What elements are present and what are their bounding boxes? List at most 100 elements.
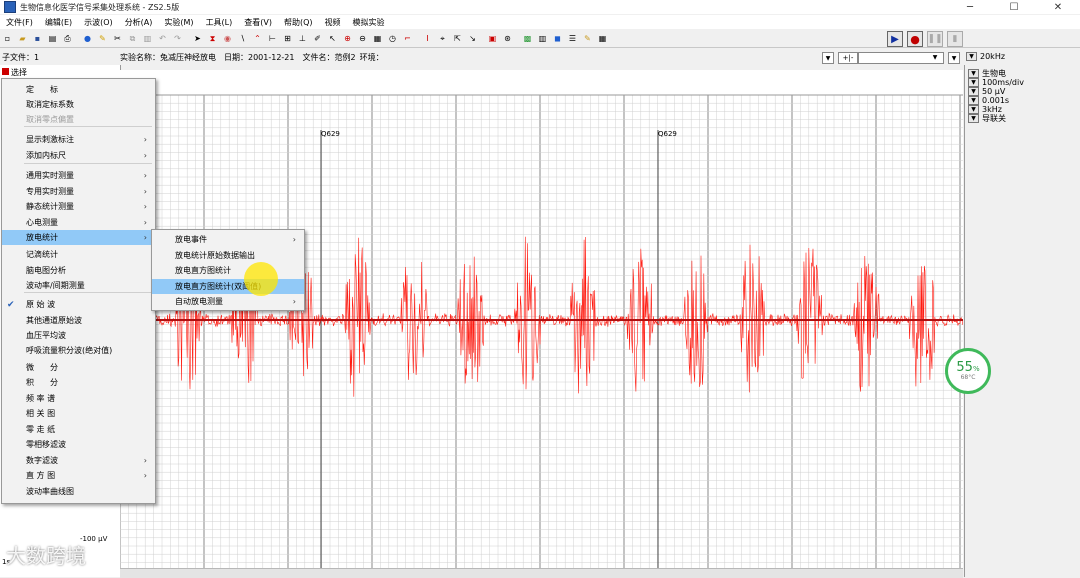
measure-icon[interactable]: ⊢ — [266, 32, 279, 45]
stop-button-icon[interactable]: ▮ — [947, 31, 963, 47]
submenu-item[interactable]: 放电统计原始数据输出 — [152, 248, 304, 263]
timer-icon[interactable]: ◷ — [386, 32, 399, 45]
menu-help[interactable]: 帮助(Q) — [278, 17, 319, 28]
context-menu-item[interactable]: 心电测量 › — [2, 215, 155, 230]
target-icon[interactable]: ⊛ — [501, 32, 514, 45]
menu-oscilloscope[interactable]: 示波(O) — [78, 17, 119, 28]
redo-icon[interactable]: ↷ — [171, 32, 184, 45]
menu-video[interactable]: 视频 — [319, 17, 347, 28]
menu-analysis[interactable]: 分析(A) — [119, 17, 159, 28]
print-icon[interactable]: ⎙ — [61, 32, 74, 45]
sample-rate-control[interactable]: ▼ 20kHz — [966, 52, 1005, 61]
context-menu-item[interactable]: 相 关 图 — [2, 406, 155, 421]
context-menu-item[interactable]: 积 分 — [2, 375, 155, 390]
green-run-icon[interactable]: ▩ — [521, 32, 534, 45]
context-menu-item[interactable]: 其他通道原始波 — [2, 313, 155, 328]
context-menu-item[interactable]: 专用实时测量 › — [2, 184, 155, 199]
context-menu-item[interactable]: 静态统计测量 › — [2, 199, 155, 214]
close-panel-icon[interactable] — [2, 68, 9, 75]
cursor-select-icon[interactable]: ↖ — [326, 32, 339, 45]
menu-simulation[interactable]: 模拟实验 — [347, 17, 391, 28]
cursor-icon[interactable]: ➤ — [191, 32, 204, 45]
save-icon[interactable]: ▪ — [31, 32, 44, 45]
marker2-icon[interactable]: ⊥ — [296, 32, 309, 45]
pause-icon[interactable]: ❚❚ — [927, 31, 943, 47]
dropdown-arrow-icon[interactable]: ▼ — [968, 78, 979, 87]
minimize-button[interactable]: ─ — [948, 0, 992, 14]
context-menu-item[interactable]: 血压平均波 — [2, 328, 155, 343]
spin-control[interactable]: +|- — [838, 52, 858, 64]
performance-badge[interactable]: 55% 68°C — [945, 348, 991, 394]
menu-file[interactable]: 文件(F) — [0, 17, 39, 28]
marker-icon[interactable]: ⧗ — [206, 32, 219, 45]
pointer-icon[interactable]: ⇱ — [451, 32, 464, 45]
context-menu-item[interactable]: 通用实时测量 › — [2, 168, 155, 183]
dropdown-arrow-icon[interactable]: ▼ — [948, 52, 960, 64]
record-icon[interactable]: ● — [907, 31, 923, 47]
context-menu-item[interactable]: 频 率 谱 — [2, 391, 155, 406]
context-menu-item[interactable]: 记滴统计 — [2, 247, 155, 262]
stop-icon[interactable]: ◉ — [221, 32, 234, 45]
dropdown-arrow-icon[interactable]: ▼ — [968, 69, 979, 78]
context-menu-item[interactable]: 零相移滤波 — [2, 437, 155, 452]
submenu-item[interactable]: 放电直方图统计 — [152, 263, 304, 278]
dropdown-arrow-icon[interactable]: ▼ — [968, 87, 979, 96]
menu-tools[interactable]: 工具(L) — [200, 17, 239, 28]
preview-icon[interactable]: ▤ — [46, 32, 59, 45]
context-menu-item[interactable]: 直 方 图 › — [2, 468, 155, 483]
context-menu-item[interactable]: 显示刺激标注 › — [2, 132, 155, 147]
line-icon[interactable]: ∖ — [236, 32, 249, 45]
dropdown-arrow-icon[interactable]: ▼ — [966, 52, 977, 61]
select-chevron-icon[interactable]: ▼ — [930, 52, 940, 62]
context-menu-item[interactable]: 定 标 — [2, 82, 155, 97]
submenu-item[interactable]: 放电直方图统计(双阈值) — [152, 278, 304, 294]
filter-icon[interactable]: ⌖ — [436, 32, 449, 45]
dropdown-arrow-icon[interactable]: ▼ — [968, 114, 979, 123]
arrow-icon[interactable]: ↘ — [466, 32, 479, 45]
channel-row[interactable]: ▼ 生物电 — [968, 69, 1076, 78]
pen-icon[interactable]: ✎ — [96, 32, 109, 45]
context-menu-item[interactable]: 微 分 — [2, 360, 155, 375]
chart-icon[interactable]: ▥ — [536, 32, 549, 45]
menu-view[interactable]: 查看(V) — [238, 17, 278, 28]
open-icon[interactable]: ▰ — [16, 32, 29, 45]
cut-icon[interactable]: ✂ — [111, 32, 124, 45]
context-menu-item[interactable]: 取消零点偏置 — [2, 112, 155, 127]
close-button[interactable]: ✕ — [1036, 0, 1080, 14]
context-menu-item[interactable]: 取消定标系数 — [2, 97, 155, 112]
submenu-item[interactable]: 自动放电测量 › — [152, 294, 304, 309]
dropdown-arrow-icon[interactable]: ▼ — [968, 105, 979, 114]
notch-row[interactable]: ▼ 导联关 — [968, 114, 1076, 123]
edit-icon[interactable]: ✐ — [311, 32, 324, 45]
dropdown-arrow-icon[interactable]: ▼ — [822, 52, 834, 64]
user-icon[interactable]: ◼ — [551, 32, 564, 45]
zoom-in-icon[interactable]: ⊕ — [341, 32, 354, 45]
submenu-item[interactable]: 放电事件 › — [152, 232, 304, 247]
context-menu-item[interactable]: 添加内标尺 › — [2, 148, 155, 163]
undo-icon[interactable]: ↶ — [156, 32, 169, 45]
play-icon[interactable]: ▶ — [887, 31, 903, 47]
list-icon[interactable]: ☰ — [566, 32, 579, 45]
gain-row[interactable]: ▼ 50 µV — [968, 87, 1076, 96]
paste-icon[interactable]: ▥ — [141, 32, 154, 45]
menu-experiment[interactable]: 实验(M) — [158, 17, 199, 28]
grid-icon[interactable]: ▦ — [371, 32, 384, 45]
peak-icon[interactable]: ⌃ — [251, 32, 264, 45]
zoom-out-icon[interactable]: ⊖ — [356, 32, 369, 45]
ruler-icon[interactable]: ⊞ — [281, 32, 294, 45]
edit2-icon[interactable]: ✎ — [581, 32, 594, 45]
menu-edit[interactable]: 编辑(E) — [39, 17, 78, 28]
ink-icon[interactable]: ● — [81, 32, 94, 45]
waveform-chart[interactable]: Q629 Q629 — [120, 70, 963, 569]
monitor-icon[interactable]: ▣ — [486, 32, 499, 45]
dropdown-arrow-icon[interactable]: ▼ — [968, 96, 979, 105]
context-menu-item[interactable]: 呼吸流量积分波(绝对值) — [2, 343, 155, 358]
new-icon[interactable]: ▫ — [1, 32, 14, 45]
maximize-button[interactable]: ☐ — [992, 0, 1036, 14]
context-menu-item[interactable]: 脑电图分析 — [2, 263, 155, 278]
text-cursor-icon[interactable]: I — [421, 32, 434, 45]
context-menu-item[interactable]: 波动率/间期测量 — [2, 278, 155, 293]
context-menu-item[interactable]: 放电统计 › — [2, 230, 155, 245]
context-menu-item[interactable]: 波动率曲线图 — [2, 484, 155, 499]
context-menu-item[interactable]: 数字滤波 › — [2, 453, 155, 468]
